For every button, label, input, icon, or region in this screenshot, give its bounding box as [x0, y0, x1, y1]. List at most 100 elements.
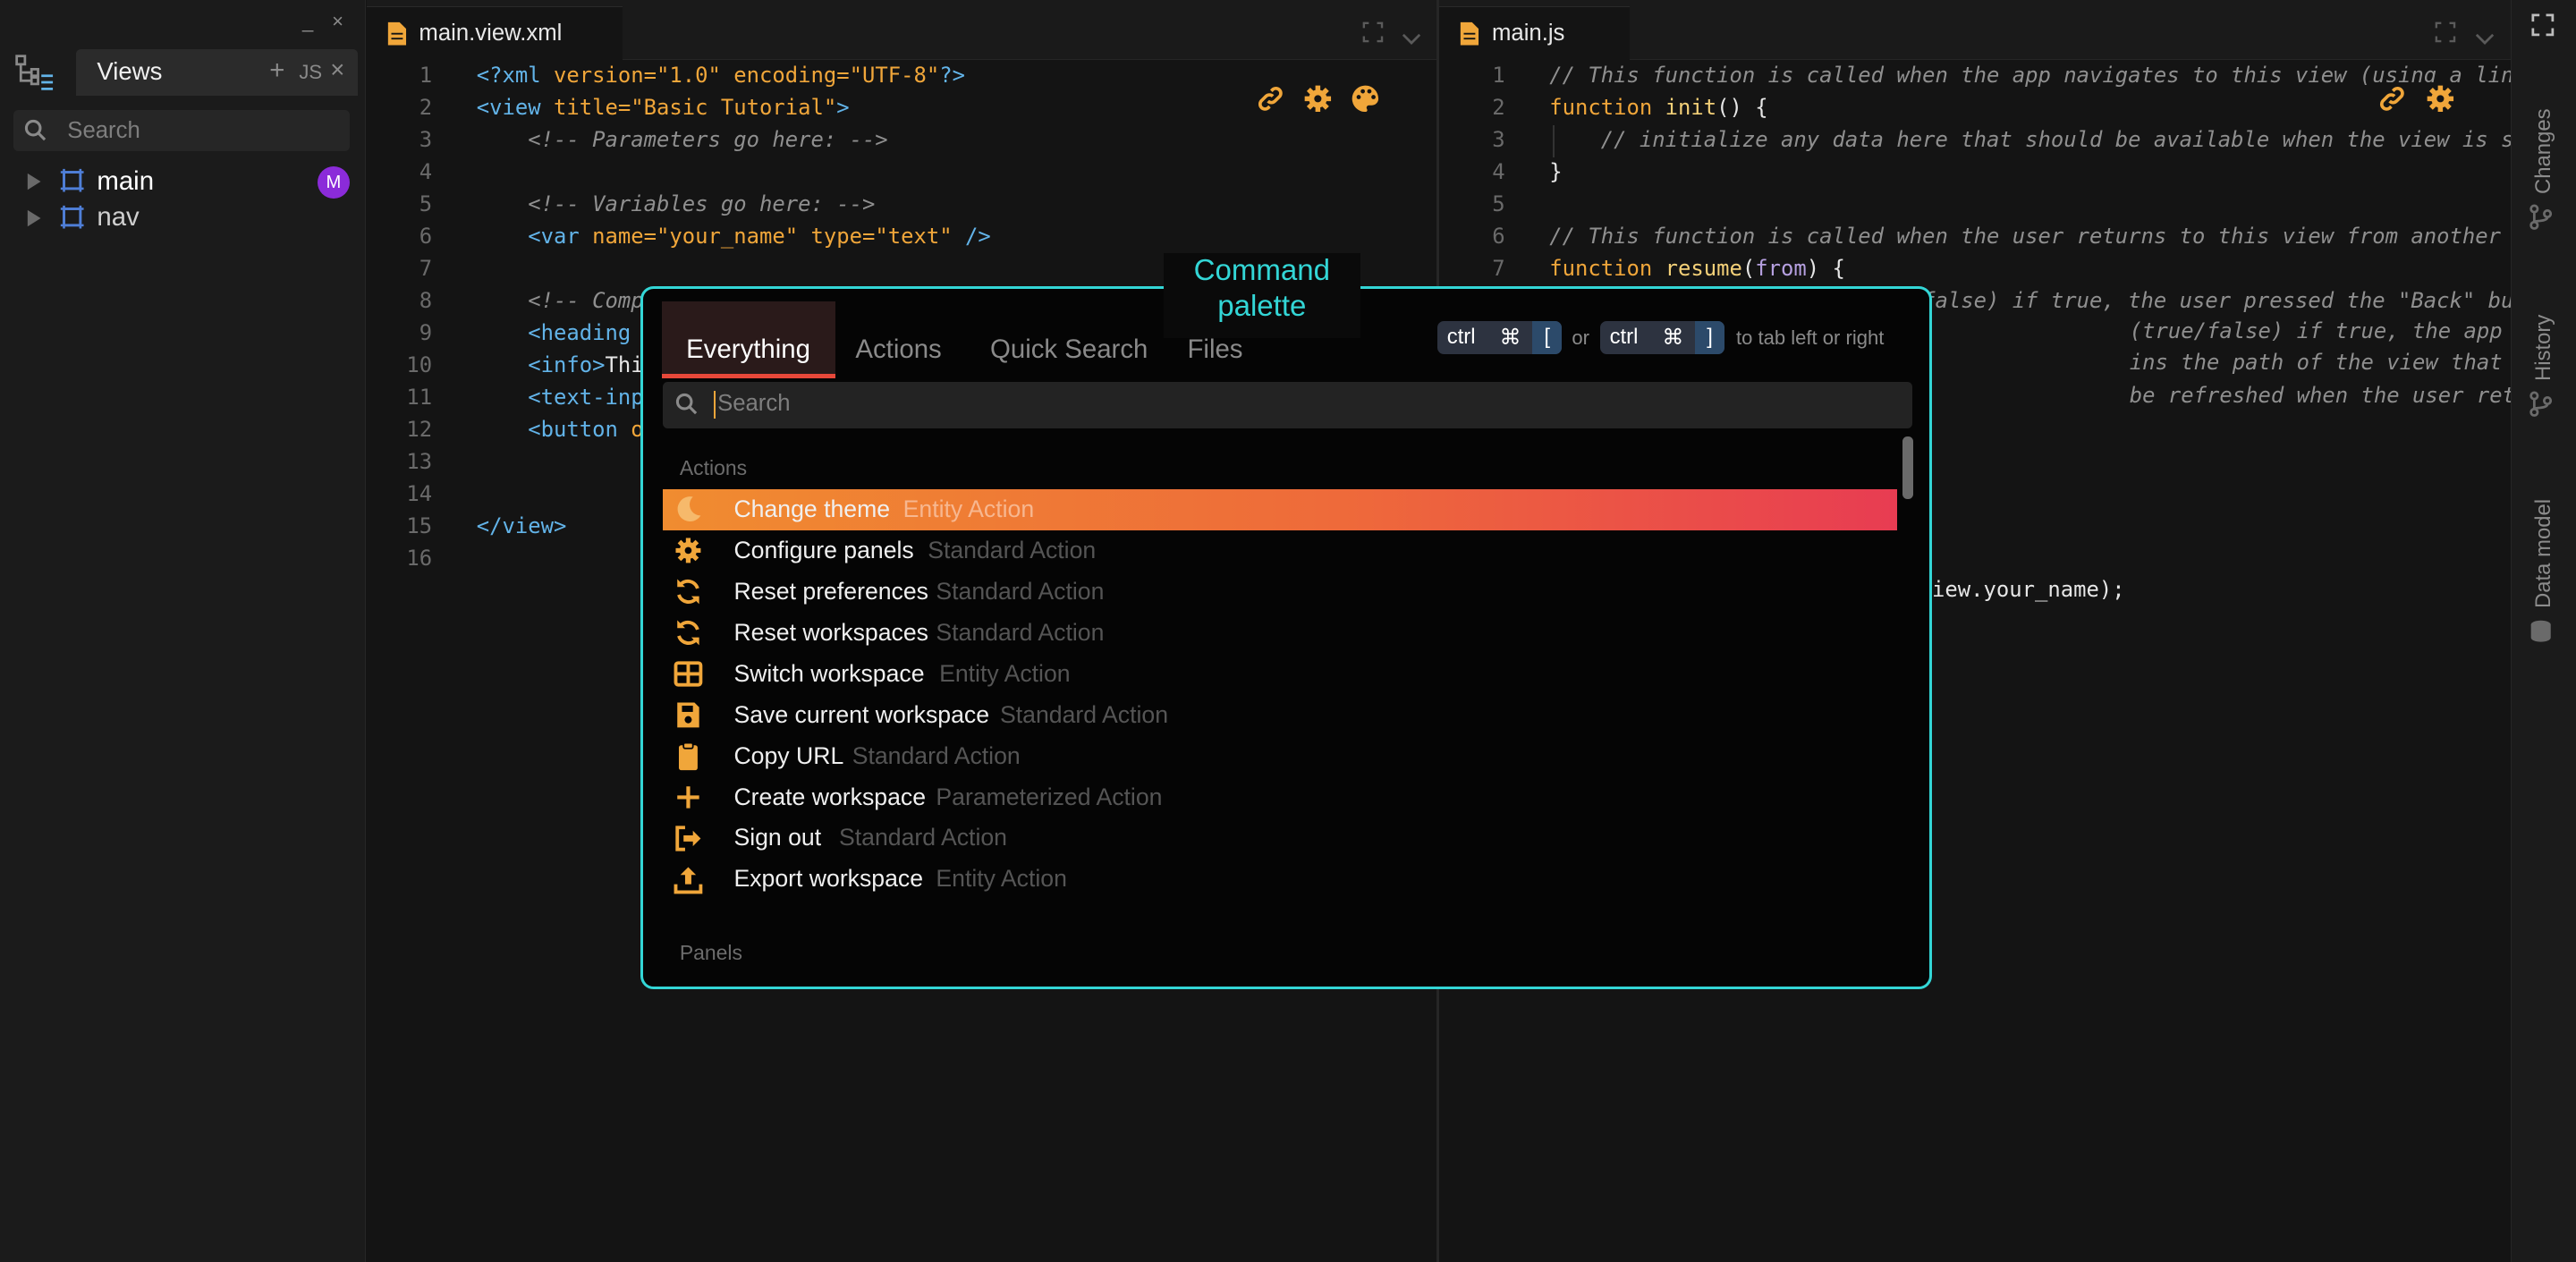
- shortcut-right: ctrl ⌘ ]: [1599, 321, 1725, 355]
- link-icon[interactable]: [2376, 81, 2410, 115]
- palette-item-copy-url[interactable]: Copy URL Standard Action: [663, 735, 1897, 776]
- palette-search-input[interactable]: Search: [663, 382, 1912, 428]
- tab-everything[interactable]: Everything: [686, 335, 810, 365]
- link-icon[interactable]: [1254, 82, 1287, 115]
- add-view-button[interactable]: +: [269, 55, 284, 86]
- tab-actions[interactable]: Actions: [855, 335, 941, 365]
- expand-arrow-icon[interactable]: [26, 169, 42, 198]
- line-number: 4: [1492, 158, 1505, 184]
- scrollbar-thumb[interactable]: [1902, 436, 1914, 499]
- code-token: from: [1755, 255, 1807, 281]
- maximize-icon[interactable]: [2435, 20, 2456, 50]
- code-token: <view: [476, 94, 554, 120]
- chevron-down-icon[interactable]: [2475, 23, 2495, 54]
- line-number: 2: [419, 94, 433, 120]
- palette-item-type: Parameterized Action: [936, 783, 1163, 810]
- history-panel-toggle[interactable]: History: [2528, 306, 2567, 437]
- search-placeholder: Search: [67, 118, 140, 144]
- right-rail: Changes History Data model: [2510, 0, 2576, 1262]
- line-number: 4: [419, 158, 433, 184]
- tab-files[interactable]: Files: [1187, 335, 1242, 365]
- indent-guide: [1552, 124, 1555, 158]
- palette-item-export-workspace[interactable]: Export workspace Entity Action: [663, 859, 1897, 900]
- tree-view-icon[interactable]: [13, 53, 56, 99]
- tab-main-view-xml[interactable]: main.view.xml: [366, 6, 623, 61]
- fullscreen-icon[interactable]: [2531, 13, 2555, 44]
- chevron-down-icon[interactable]: [1402, 23, 1421, 54]
- file-icon: [1459, 21, 1480, 54]
- js-button[interactable]: JS: [299, 61, 322, 84]
- palette-item-reset-preferences[interactable]: Reset preferences Standard Action: [663, 572, 1897, 613]
- expand-arrow-icon[interactable]: [26, 206, 42, 234]
- code-token: <!-- Variables go here: -->: [476, 191, 876, 216]
- code-token: (: [1741, 255, 1756, 281]
- palette-icon[interactable]: [1349, 82, 1382, 115]
- palette-item-name: Create workspace: [733, 783, 927, 810]
- palette-item-configure-panels[interactable]: Configure panels Standard Action: [663, 530, 1897, 572]
- code-line: <view title="Basic Tutorial">: [477, 95, 850, 127]
- tree-item-main[interactable]: main M: [0, 165, 365, 200]
- palette-item-reset-workspaces[interactable]: Reset workspaces Standard Action: [663, 613, 1897, 654]
- tab-label: main.js: [1491, 21, 1565, 47]
- code-line: <text-inpu: [477, 385, 657, 417]
- palette-item-name: Copy URL: [733, 741, 844, 769]
- modified-badge: M: [317, 165, 351, 199]
- code-token: }: [1549, 158, 1563, 184]
- palette-item-switch-workspace[interactable]: Switch workspace Entity Action: [663, 653, 1897, 694]
- palette-item-name: Export workspace: [733, 865, 924, 893]
- minimize-button[interactable]: _: [302, 10, 313, 33]
- line-number: 1: [1492, 62, 1505, 88]
- line-number: 2: [1492, 94, 1505, 120]
- close-views-button[interactable]: ×: [330, 55, 344, 84]
- tab-quick-search[interactable]: Quick Search: [990, 335, 1148, 365]
- palette-item-sign-out[interactable]: Sign out Standard Action: [663, 817, 1897, 859]
- palette-item-change-theme[interactable]: Change theme Entity Action: [663, 488, 1898, 530]
- group-heading-panels: Panels: [679, 940, 743, 964]
- changes-panel-toggle[interactable]: Changes: [2528, 106, 2567, 237]
- code-line: function resume(from) {: [1549, 256, 1845, 288]
- shortcut-hint: to tab left or right: [1736, 326, 1885, 349]
- code-token: >: [836, 94, 850, 120]
- tree-item-label: main: [97, 165, 155, 196]
- palette-item-create-workspace[interactable]: Create workspace Parameterized Action: [663, 776, 1897, 817]
- views-search[interactable]: Search: [13, 110, 351, 151]
- tab-main-js[interactable]: main.js: [1439, 6, 1631, 61]
- palette-item-name: Configure panels: [733, 537, 914, 563]
- gear-icon[interactable]: [2423, 81, 2457, 115]
- line-number: 14: [406, 480, 433, 506]
- maximize-icon[interactable]: [1362, 20, 1384, 50]
- code-token: // This function is called when the app …: [1549, 62, 2511, 88]
- code-token: "text": [875, 223, 965, 249]
- palette-item-type: Entity Action: [939, 659, 1071, 687]
- tree-item-nav[interactable]: nav: [0, 200, 365, 236]
- code-token: </view>: [476, 512, 567, 538]
- line-number: 3: [419, 126, 433, 152]
- xml-editor-tabbar: main.view.xml: [366, 0, 1436, 61]
- line-number: 6: [419, 223, 433, 249]
- line-number: 5: [1492, 191, 1505, 216]
- rail-label-changes: Changes: [2530, 108, 2555, 194]
- code-fragment: ins the path of the view that the user r…: [2129, 350, 2503, 376]
- history-icon: [2528, 391, 2554, 424]
- code-token: ) {: [1806, 255, 1845, 281]
- group-heading-actions: Actions: [679, 455, 748, 479]
- code-token: "Basic Tutorial": [631, 94, 837, 120]
- gear-icon[interactable]: [1301, 82, 1335, 115]
- rail-label-data-model: Data model: [2530, 498, 2555, 608]
- palette-item-name: Change theme: [733, 495, 891, 523]
- code-token: "UTF-8": [849, 62, 940, 88]
- code-line: <heading s: [477, 320, 657, 352]
- data-model-panel-toggle[interactable]: Data model: [2528, 493, 2567, 657]
- code-token: <var: [476, 223, 593, 249]
- shortcut-left: ctrl ⌘ [: [1436, 321, 1563, 355]
- code-token: "your_name": [656, 223, 811, 249]
- palette-item-save-current-workspace[interactable]: Save current workspace Standard Action: [663, 694, 1897, 735]
- code-token: version=: [553, 62, 657, 88]
- code-line: <!-- Variables go here: -->: [476, 191, 876, 224]
- close-sidebar-button[interactable]: ×: [332, 10, 343, 33]
- palette-item-name: Sign out: [733, 824, 822, 851]
- palette-item-type: Standard Action: [839, 824, 1007, 851]
- code-token: "1.0": [656, 62, 734, 88]
- sign-out-icon: [673, 823, 704, 854]
- line-number: 3: [1492, 126, 1505, 152]
